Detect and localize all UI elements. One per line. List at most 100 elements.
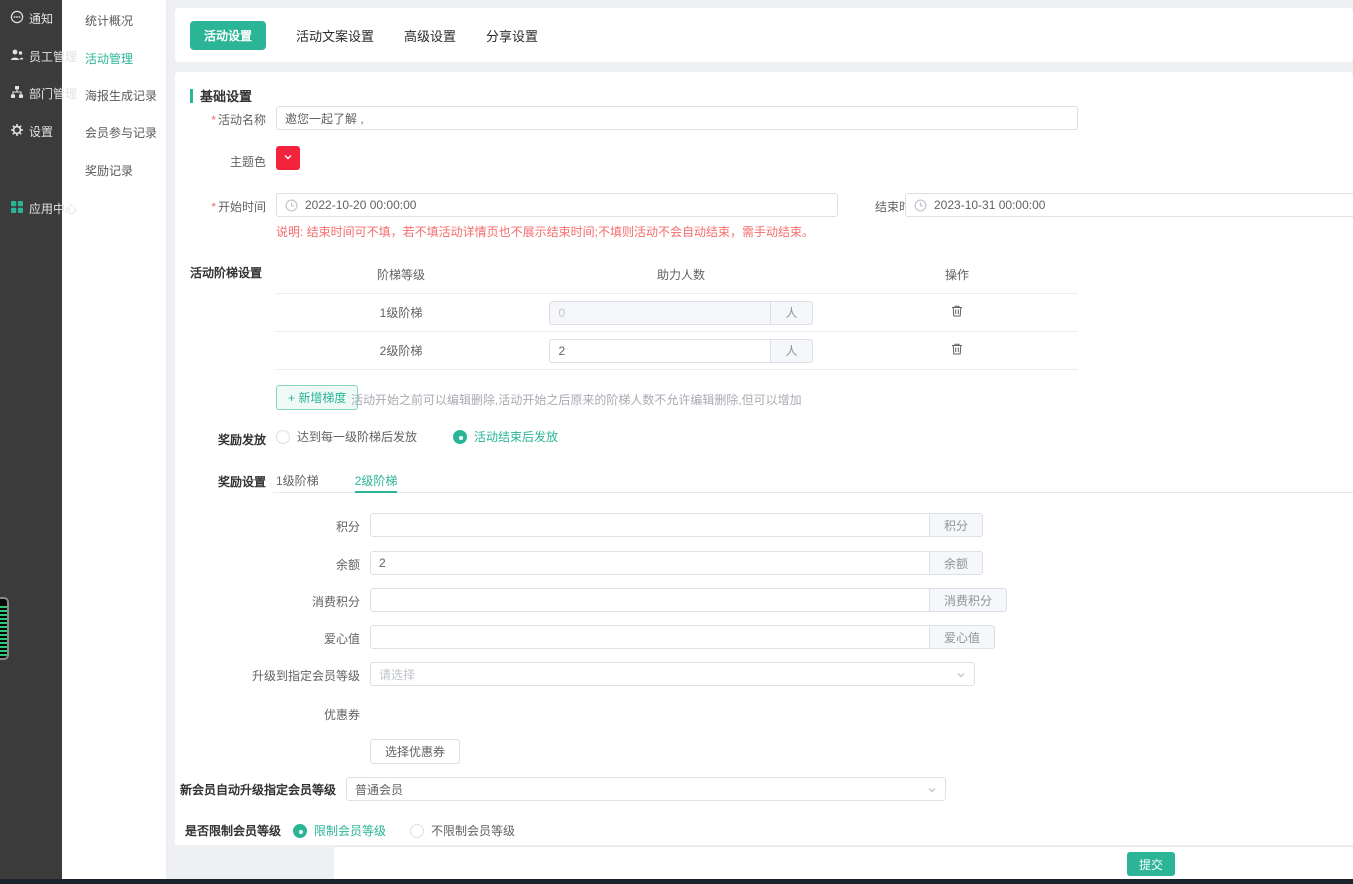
sidebar-item-settings[interactable]: 设置: [10, 123, 53, 140]
chevron-down-icon: [283, 151, 293, 165]
auto-upgrade-select[interactable]: 普通会员: [346, 777, 946, 801]
sidebar-item-staff[interactable]: 员工管理: [10, 48, 77, 65]
limit-level-row: 是否限制会员等级 限制会员等级 不限制会员等级: [185, 822, 515, 839]
points-group: 积分: [370, 513, 983, 537]
reward-tab-level1[interactable]: 1级阶梯: [276, 472, 319, 492]
consume-points-addon: 消费积分: [930, 588, 1007, 612]
unit-addon: 人: [771, 339, 812, 363]
sidebar-item-app-center[interactable]: 应用中心: [10, 200, 77, 217]
team-icon: [10, 48, 24, 65]
required-star: *: [211, 200, 216, 214]
coupon-label: 优惠券: [175, 706, 360, 723]
ladder-header-level: 阶梯等级: [276, 266, 526, 283]
submit-button[interactable]: 提交: [1127, 852, 1175, 876]
upgrade-level-label: 升级到指定会员等级: [175, 667, 360, 684]
radio-limit[interactable]: [293, 824, 307, 838]
love-value-input[interactable]: [370, 625, 930, 649]
main-area: 活动设置 活动文案设置 高级设置 分享设置 基础设置 *活动名称 主题色 *开始…: [167, 0, 1353, 884]
primary-sidebar: 通知 员工管理 部门管理 设置 应用中心: [0, 0, 62, 884]
section-accent-bar: [190, 89, 193, 103]
submenu-item-stats[interactable]: 统计概况: [85, 12, 133, 29]
balance-group: 余额: [370, 551, 983, 575]
sidebar-item-notifications[interactable]: 通知: [10, 10, 53, 27]
ladder-row-1: 1级阶梯 人: [276, 294, 1078, 332]
reward-tab-level2[interactable]: 2级阶梯: [355, 472, 398, 492]
radio-limit-label[interactable]: 限制会员等级: [314, 822, 386, 839]
points-label: 积分: [175, 518, 360, 535]
balance-label: 余额: [175, 556, 360, 573]
radio-per-level[interactable]: [276, 430, 290, 444]
choose-coupon-button[interactable]: 选择优惠券: [370, 739, 460, 764]
start-time-input[interactable]: 2022-10-20 00:00:00: [276, 193, 838, 217]
end-time-note: 说明: 结束时间可不填，若不填活动详情页也不展示结束时间;不填则活动不会自动结束…: [276, 223, 814, 240]
start-time-label: *开始时间: [175, 198, 266, 215]
sidebar-item-label: 通知: [29, 10, 53, 27]
required-star: *: [211, 113, 216, 127]
sidebar-item-departments[interactable]: 部门管理: [10, 85, 77, 102]
reward-send-options: 达到每一级阶梯后发放 活动结束后发放: [276, 428, 558, 445]
sidebar-item-label: 员工管理: [29, 48, 77, 65]
tab-copy-settings[interactable]: 活动文案设置: [296, 26, 374, 45]
gear-icon: [10, 123, 24, 140]
ladder-count-input-2[interactable]: [549, 339, 771, 363]
add-ladder-button[interactable]: + 新增梯度: [276, 385, 358, 410]
level-indicator: [0, 597, 9, 660]
points-input[interactable]: [370, 513, 930, 537]
ladder-section-label: 活动阶梯设置: [190, 264, 262, 281]
submenu-item-poster-records[interactable]: 海报生成记录: [85, 87, 157, 104]
settings-form: 基础设置 *活动名称 主题色 *开始时间 2022-10-20 00:00:00…: [175, 72, 1353, 845]
love-value-addon: 爱心值: [930, 625, 995, 649]
ladder-count-input-1[interactable]: [549, 301, 771, 325]
sidebar-item-label: 应用中心: [29, 200, 77, 217]
consume-points-group: 消费积分: [370, 588, 1007, 612]
ladder-level-cell: 1级阶梯: [276, 304, 526, 321]
unit-addon: 人: [771, 301, 812, 325]
sidebar-item-label: 设置: [29, 123, 53, 140]
ladder-table: 阶梯等级 助力人数 操作 1级阶梯 人 2级阶梯: [276, 256, 1078, 370]
limit-level-label: 是否限制会员等级: [185, 822, 281, 839]
submenu-item-activity[interactable]: 活动管理: [85, 50, 133, 67]
love-value-label: 爱心值: [175, 630, 360, 647]
upgrade-level-placeholder: 请选择: [379, 666, 415, 683]
radio-no-limit[interactable]: [410, 824, 424, 838]
appstore-icon: [10, 200, 24, 217]
auto-upgrade-row: 新会员自动升级指定会员等级 普通会员: [180, 777, 946, 801]
ladder-header-count: 助力人数: [526, 266, 836, 283]
consume-points-input[interactable]: [370, 588, 930, 612]
message-icon: [10, 10, 24, 27]
balance-addon: 余额: [930, 551, 983, 575]
delete-icon[interactable]: [950, 342, 964, 359]
balance-input[interactable]: [370, 551, 930, 575]
sidebar-item-label: 部门管理: [29, 85, 77, 102]
theme-color-label: 主题色: [175, 153, 266, 170]
radio-after-end-label[interactable]: 活动结束后发放: [474, 428, 558, 445]
theme-color-picker[interactable]: [276, 146, 300, 170]
ladder-header-row: 阶梯等级 助力人数 操作: [276, 256, 1078, 294]
tab-share-settings[interactable]: 分享设置: [486, 26, 538, 45]
delete-icon[interactable]: [950, 304, 964, 321]
consume-points-label: 消费积分: [175, 593, 360, 610]
section-title: 基础设置: [190, 86, 252, 105]
submenu-item-reward-records[interactable]: 奖励记录: [85, 162, 133, 179]
reward-send-label: 奖励发放: [175, 431, 266, 448]
add-ladder-note: 活动开始之前可以编辑删除,活动开始之后原来的阶梯人数不允许编辑删除,但可以增加: [351, 391, 802, 408]
radio-no-limit-label[interactable]: 不限制会员等级: [431, 822, 515, 839]
auto-upgrade-label: 新会员自动升级指定会员等级: [180, 781, 336, 798]
form-footer: 提交: [334, 846, 1353, 879]
tab-advanced-settings[interactable]: 高级设置: [404, 26, 456, 45]
activity-name-input[interactable]: [276, 106, 1078, 130]
radio-per-level-label[interactable]: 达到每一级阶梯后发放: [297, 428, 417, 445]
end-time-value: 2023-10-31 00:00:00: [934, 198, 1045, 212]
ladder-level-cell: 2级阶梯: [276, 342, 526, 359]
reward-set-label: 奖励设置: [175, 473, 266, 490]
end-time-input[interactable]: 2023-10-31 00:00:00: [905, 193, 1353, 217]
tab-activity-settings[interactable]: 活动设置: [190, 21, 266, 50]
secondary-sidebar: 统计概况 活动管理 海报生成记录 会员参与记录 奖励记录: [62, 0, 167, 884]
window-bottom-edge: [0, 879, 1353, 884]
auto-upgrade-value: 普通会员: [355, 781, 403, 798]
radio-after-end[interactable]: [453, 430, 467, 444]
upgrade-level-select[interactable]: 请选择: [370, 662, 975, 686]
submenu-item-member-records[interactable]: 会员参与记录: [85, 124, 157, 141]
love-value-group: 爱心值: [370, 625, 995, 649]
ladder-header-actions: 操作: [836, 266, 1078, 283]
